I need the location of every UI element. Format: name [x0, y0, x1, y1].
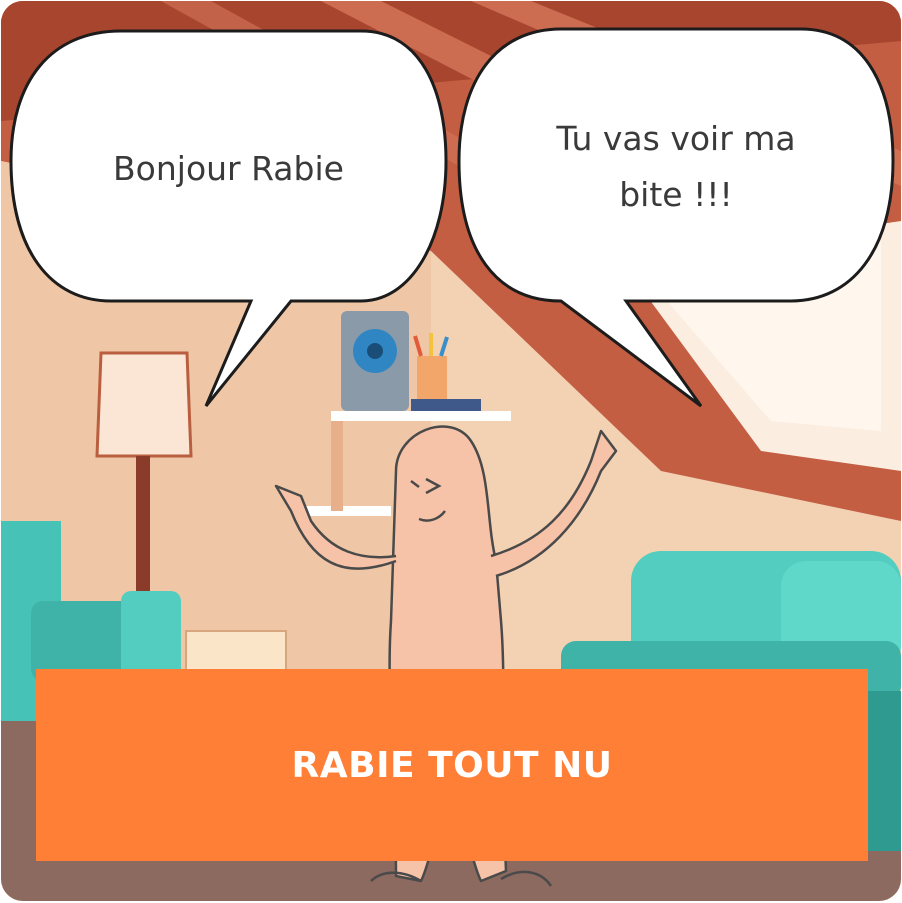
bubble-left-text: Bonjour Rabie — [41, 141, 416, 197]
bubble-right-line-2: bite !!! — [619, 175, 733, 215]
comic-panel: Bonjour Rabie Tu vas voir ma bite !!! RA… — [1, 1, 901, 901]
bubble-right-line-1: Tu vas voir ma — [556, 119, 796, 158]
title-banner: RABIE TOUT NU — [36, 669, 868, 861]
banner-title: RABIE TOUT NU — [291, 744, 613, 786]
bubble-right-text: Tu vas voir ma bite !!! — [501, 111, 851, 223]
bubble-left-line: Bonjour Rabie — [113, 149, 344, 188]
